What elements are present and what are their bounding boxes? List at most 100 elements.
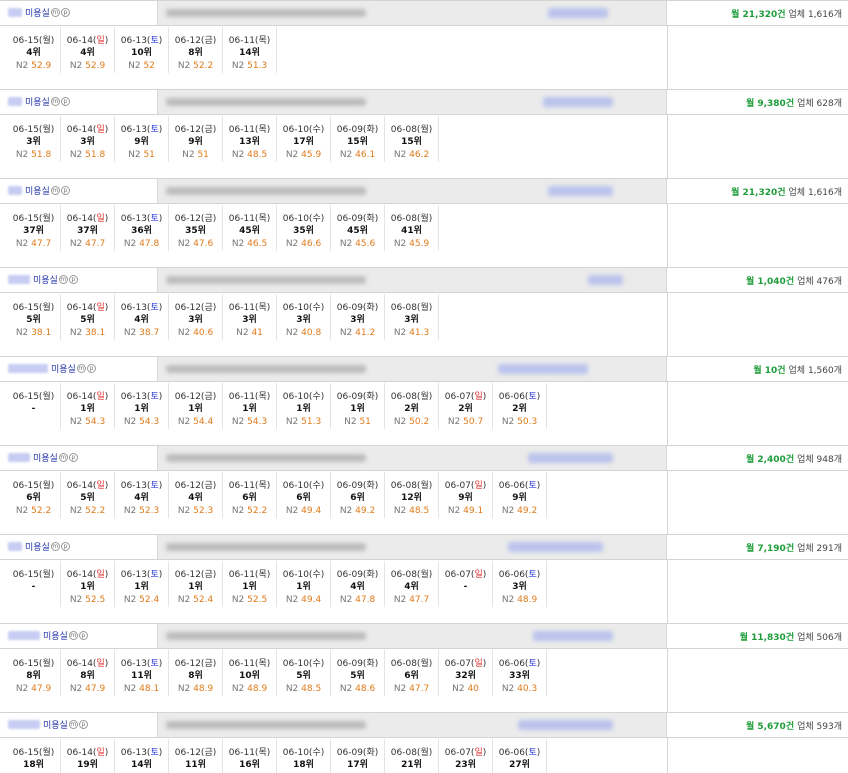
weekday-label: 토	[150, 570, 159, 580]
mobile-badge-icon[interactable]: m	[76, 364, 86, 373]
rank-value: 10위	[131, 48, 152, 58]
rank-date: 06-10(수)	[282, 748, 325, 758]
weekday-label: 토	[150, 36, 159, 46]
daily-rank-cell: 06-10(수) 35위 N2 46.6	[277, 205, 331, 251]
rank-date: 06-10(수)	[282, 481, 325, 491]
entry-header: 미용실 m p 월 21,320건 업체 1,616개	[0, 0, 848, 26]
redacted-keyword	[548, 186, 613, 196]
rank-value: 17위	[293, 137, 314, 147]
n2-score: N2 50.7	[447, 417, 484, 427]
pc-badge-icon[interactable]: p	[60, 97, 70, 106]
daily-rank-cell: 06-12(금) 8위 N2 52.2	[169, 27, 223, 73]
weekday-label: 금	[204, 659, 213, 669]
rank-value: 9위	[188, 137, 203, 147]
daily-rank-cell: 06-08(월) 12위 N2 48.5	[385, 472, 439, 518]
place-name-cell[interactable]: 미용실 m p	[0, 268, 157, 292]
pc-badge-icon[interactable]: p	[78, 720, 88, 729]
rank-date: 06-14(일)	[66, 214, 109, 224]
place-name-cell[interactable]: 미용실 m p	[0, 90, 157, 114]
weekday-label: 화	[366, 303, 375, 313]
weekday-label: 목	[258, 748, 267, 758]
monthly-search-count: 월 2,400건	[745, 455, 795, 465]
mobile-badge-icon[interactable]: m	[50, 186, 60, 195]
business-count: 업체 628개	[797, 99, 842, 109]
weekday-label: 월	[42, 570, 51, 580]
place-entry: 미용실 m p 월 7,190건 업체 291개 06-15(월) - 06-14(일) 1…	[0, 534, 848, 623]
weekday-label: 일	[96, 392, 105, 402]
rank-value: 33위	[509, 671, 530, 681]
rank-date: 06-14(일)	[66, 748, 109, 758]
rank-date: 06-07(일)	[444, 570, 487, 580]
monthly-search-count: 월 21,320건	[731, 188, 786, 198]
daily-rank-cell: 06-11(목) 6위 N2 52.2	[223, 472, 277, 518]
monthly-search-count: 월 1,040건	[745, 277, 795, 287]
place-name-cell[interactable]: 미용실 m p	[0, 713, 157, 737]
pc-badge-icon[interactable]: p	[78, 631, 88, 640]
daily-rank-cell: 06-09(화) 4위 N2 47.8	[331, 561, 385, 607]
mobile-badge-icon[interactable]: m	[58, 453, 68, 462]
rank-value: 13위	[239, 137, 260, 147]
n2-score: N2 48.9	[231, 684, 268, 694]
mobile-badge-icon[interactable]: m	[68, 631, 78, 640]
rank-value: 9위	[458, 493, 473, 503]
pc-badge-icon[interactable]: p	[60, 186, 70, 195]
place-name-cell[interactable]: 미용실 m p	[0, 179, 157, 203]
monthly-search-count: 월 21,320건	[731, 10, 786, 20]
rank-value: 1위	[80, 404, 95, 414]
n2-score: N2 46.2	[393, 150, 430, 160]
pc-badge-icon[interactable]: p	[68, 275, 78, 284]
rank-value: 4위	[134, 315, 149, 325]
weekday-label: 월	[420, 392, 429, 402]
pc-badge-icon[interactable]: p	[60, 542, 70, 551]
rank-value: 3위	[188, 315, 203, 325]
rank-value: 8위	[80, 671, 95, 681]
pc-badge-icon[interactable]: p	[86, 364, 96, 373]
daily-rank-cell: 06-15(월) 3위 N2 51.8	[7, 116, 61, 162]
mobile-badge-icon[interactable]: m	[50, 97, 60, 106]
rank-date: 06-08(월)	[390, 570, 433, 580]
mobile-badge-icon[interactable]: m	[68, 720, 78, 729]
mobile-badge-icon[interactable]: m	[50, 542, 60, 551]
place-name-cell[interactable]: 미용실 m p	[0, 446, 157, 470]
daily-rank-cell: 06-08(월) 3위 N2 41.3	[385, 294, 439, 340]
category-label: 미용실	[33, 454, 58, 464]
rank-value: 1위	[296, 404, 311, 414]
daily-rank-cell: 06-14(일) 3위 N2 51.8	[61, 116, 115, 162]
pc-badge-icon[interactable]: p	[60, 8, 70, 17]
n2-score: N2 41.2	[339, 328, 376, 338]
rank-date: 06-07(일)	[444, 481, 487, 491]
daily-rank-cell: 06-09(화) 6위 N2 49.2	[331, 472, 385, 518]
daily-rank-cell: 06-14(일) 4위 N2 52.9	[61, 27, 115, 73]
place-name-cell[interactable]: 미용실 m p	[0, 1, 157, 25]
weekday-label: 월	[420, 659, 429, 669]
entry-header: 미용실 m p 월 9,380건 업체 628개	[0, 89, 848, 115]
daily-rank-cell: 06-11(목) 45위 N2 46.5	[223, 205, 277, 251]
rank-date: 06-09(화)	[336, 659, 379, 669]
n2-score: N2 52.2	[15, 506, 52, 516]
rank-date: 06-06(토)	[498, 570, 541, 580]
rank-value: 15위	[347, 137, 368, 147]
monthly-search-count: 월 10건	[753, 366, 786, 376]
rank-value: 15위	[401, 137, 422, 147]
redacted-place-name	[8, 186, 22, 195]
entry-header: 미용실 m p 월 10건 업체 1,560개	[0, 356, 848, 382]
redacted-url	[166, 454, 366, 462]
place-name-cell[interactable]: 미용실 m p	[0, 624, 157, 648]
rank-value: 45위	[239, 226, 260, 236]
mobile-badge-icon[interactable]: m	[58, 275, 68, 284]
monthly-search-count: 월 9,380건	[745, 99, 795, 109]
mobile-badge-icon[interactable]: m	[50, 8, 60, 17]
place-name-cell[interactable]: 미용실 m p	[0, 535, 157, 559]
pc-badge-icon[interactable]: p	[68, 453, 78, 462]
rank-date: 06-14(일)	[66, 36, 109, 46]
n2-score: N2 38.7	[123, 328, 160, 338]
place-entry: 미용실 m p 월 21,320건 업체 1,616개 06-15(월) 37위 N2 4…	[0, 178, 848, 267]
business-count: 업체 1,616개	[788, 10, 842, 20]
weekday-label: 목	[258, 36, 267, 46]
search-volume-cell: 월 11,830건 업체 506개	[667, 624, 848, 648]
daily-rank-cell: 06-12(금) 1위 N2 52.4	[169, 561, 223, 607]
redacted-url-bar	[157, 1, 667, 25]
rank-date: 06-07(일)	[444, 392, 487, 402]
place-name-cell[interactable]: 미용실 m p	[0, 357, 157, 381]
rank-date: 06-15(월)	[12, 392, 55, 402]
